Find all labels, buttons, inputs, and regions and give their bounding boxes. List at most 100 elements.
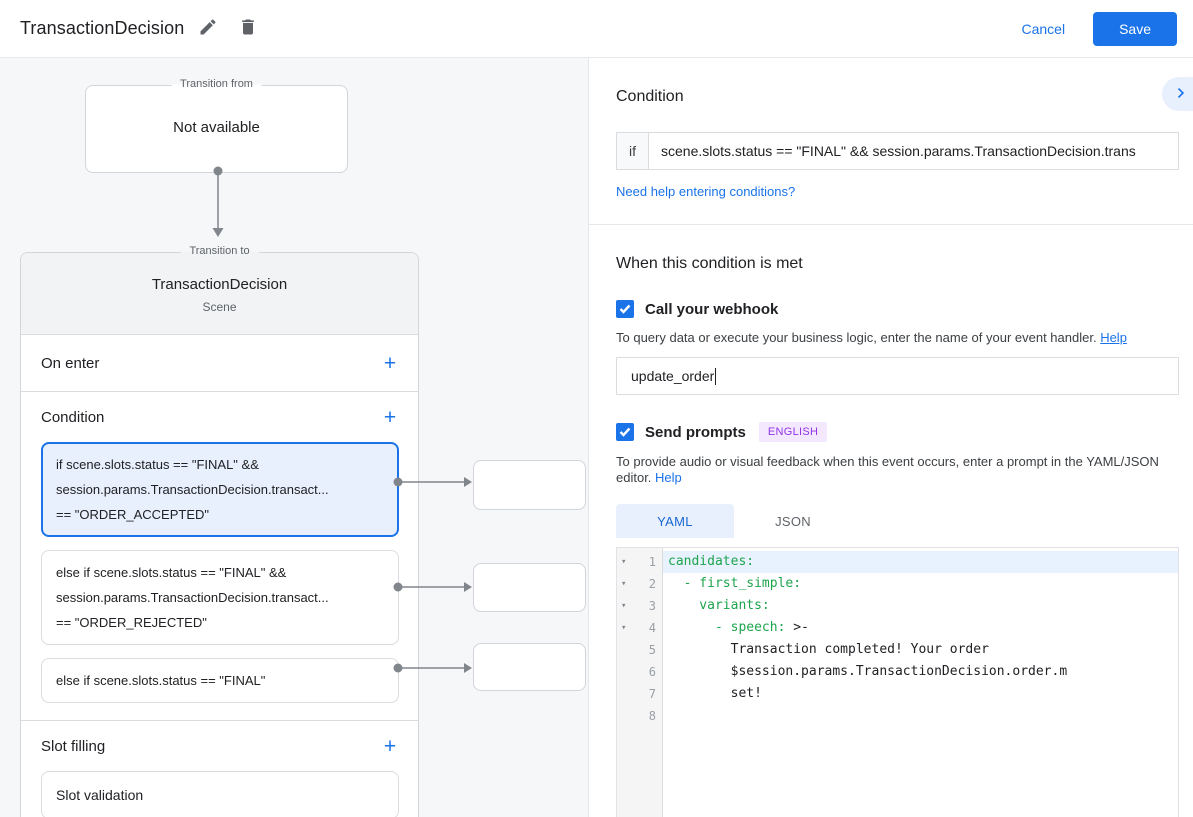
fold-arrow-icon[interactable]: ▾ [617, 617, 632, 639]
call-webhook-label: Call your webhook [645, 301, 778, 318]
transition-from-node[interactable]: Transition from Not available [85, 85, 348, 173]
gutter-cell: ▾4 [617, 617, 663, 639]
yaml-key-token: - first_simple: [668, 576, 801, 591]
add-condition-button[interactable]: + [378, 405, 402, 429]
line-number: 1 [632, 551, 663, 573]
gutter-cell: ▾3 [617, 595, 663, 617]
panel-divider [589, 224, 1193, 225]
when-condition-met-heading: When this condition is met [616, 255, 1178, 273]
add-on-enter-button[interactable]: + [378, 351, 402, 375]
condition-item-2[interactable]: else if scene.slots.status == "FINAL" &&… [41, 550, 399, 645]
slot-filling-row[interactable]: Slot filling + [21, 721, 418, 771]
yaml-key-token: candidates: [668, 554, 754, 569]
transition-target-node-2[interactable] [473, 563, 586, 612]
line-number: 5 [632, 639, 663, 661]
code-content: candidates: [663, 551, 1178, 573]
webhook-help-link[interactable]: Help [1100, 330, 1127, 345]
transition-from-legend: Transition from [171, 78, 262, 90]
condition-item-line: session.params.TransactionDecision.trans… [56, 585, 384, 610]
flow-canvas[interactable]: Transition from Not available Transition… [0, 58, 588, 817]
prompts-help-link[interactable]: Help [655, 470, 682, 485]
condition-expression-input[interactable] [649, 132, 1179, 170]
header-actions: Cancel Save [1003, 12, 1177, 46]
delete-scene-button[interactable] [232, 13, 264, 45]
slot-validation-item[interactable]: Slot validation [41, 771, 399, 817]
add-slot-filling-button[interactable]: + [378, 734, 402, 758]
yaml-text-token: set! [668, 686, 762, 701]
condition-section-row[interactable]: Condition + [21, 392, 418, 442]
code-content: Transaction completed! Your order [663, 639, 1178, 661]
line-number: 6 [632, 661, 663, 683]
code-line-4[interactable]: ▾4 - speech: >- [617, 617, 1178, 639]
code-line-7[interactable]: 7 set! [617, 683, 1178, 705]
condition-item-line: else if scene.slots.status == "FINAL" [56, 668, 384, 693]
send-prompts-checkbox[interactable] [616, 423, 634, 441]
condition-item-3[interactable]: else if scene.slots.status == "FINAL" [41, 658, 399, 703]
yaml-editor[interactable]: ▾1candidates:▾2 - first_simple:▾3 varian… [616, 547, 1179, 817]
text-cursor [715, 368, 716, 385]
code-line-3[interactable]: ▾3 variants: [617, 595, 1178, 617]
prompts-description-text: To provide audio or visual feedback when… [616, 454, 1159, 485]
webhook-description: To query data or execute your business l… [616, 330, 1178, 346]
editor-format-tabs: YAMLJSON [616, 504, 1178, 538]
scene-editor-app: TransactionDecision Cancel Save Transiti… [0, 0, 1193, 817]
code-content: set! [663, 683, 1178, 705]
fold-arrow-icon[interactable]: ▾ [617, 595, 632, 617]
condition-item-line: else if scene.slots.status == "FINAL" && [56, 560, 384, 585]
collapse-panel-button[interactable] [1162, 77, 1193, 111]
fold-arrow-icon[interactable]: ▾ [617, 551, 632, 573]
save-button[interactable]: Save [1093, 12, 1177, 46]
transition-target-node-3[interactable] [473, 643, 586, 691]
code-content: $session.params.TransactionDecision.orde… [663, 661, 1178, 683]
condition-item-line: if scene.slots.status == "FINAL" && [56, 452, 384, 477]
send-prompts-label: Send prompts [645, 424, 746, 441]
condition-section-label: Condition [41, 409, 104, 426]
on-enter-row[interactable]: On enter + [21, 335, 418, 391]
tab-json[interactable]: JSON [734, 504, 852, 538]
gutter-cell: ▾2 [617, 573, 663, 595]
event-handler-input[interactable]: update_order [616, 357, 1179, 395]
tab-yaml[interactable]: YAML [616, 504, 734, 538]
if-prefix-label: if [616, 132, 649, 170]
code-line-6[interactable]: 6 $session.params.TransactionDecision.or… [617, 661, 1178, 683]
prompts-description: To provide audio or visual feedback when… [616, 454, 1178, 486]
gutter-cell: 5 [617, 639, 663, 661]
condition-item-1[interactable]: if scene.slots.status == "FINAL" &&sessi… [41, 442, 399, 537]
code-line-1[interactable]: ▾1 candidates: [617, 551, 1178, 573]
code-line-8[interactable]: 8 [617, 705, 1178, 727]
scene-card-title: TransactionDecision [21, 276, 418, 293]
transition-from-value: Not available [86, 119, 347, 136]
edit-scene-button[interactable] [192, 13, 224, 45]
scene-card-subtitle: Scene [21, 300, 418, 314]
chevron-right-icon [1171, 83, 1191, 106]
webhook-check-row: Call your webhook [616, 300, 1178, 318]
code-line-5[interactable]: 5 Transaction completed! Your order [617, 639, 1178, 661]
condition-help-link[interactable]: Need help entering conditions? [616, 184, 795, 199]
event-handler-value: update_order [631, 368, 714, 384]
condition-item-line: == "ORDER_ACCEPTED" [56, 502, 384, 527]
send-prompts-check-row: Send prompts ENGLISH [616, 422, 1178, 442]
condition-item-line: session.params.TransactionDecision.trans… [56, 477, 384, 502]
slot-filling-label: Slot filling [41, 738, 105, 755]
yaml-text-token: Transaction completed! Your order [668, 642, 989, 657]
yaml-key-token: variants: [668, 598, 770, 613]
gutter-cell: 7 [617, 683, 663, 705]
call-webhook-checkbox[interactable] [616, 300, 634, 318]
scene-card-header[interactable]: TransactionDecision Scene [21, 253, 418, 335]
code-content: variants: [663, 595, 1178, 617]
gutter-cell: 6 [617, 661, 663, 683]
condition-detail-panel: Condition if Need help entering conditio… [588, 58, 1193, 817]
yaml-text-token: $session.params.TransactionDecision.orde… [668, 664, 1067, 679]
condition-expression-row: if [616, 132, 1179, 170]
pencil-icon [198, 17, 218, 40]
cancel-button[interactable]: Cancel [1003, 12, 1083, 46]
fold-arrow-icon[interactable]: ▾ [617, 573, 632, 595]
code-line-2[interactable]: ▾2 - first_simple: [617, 573, 1178, 595]
language-badge: ENGLISH [759, 422, 827, 442]
transition-to-card: Transition to TransactionDecision Scene … [20, 252, 419, 817]
page-title: TransactionDecision [20, 18, 184, 39]
on-enter-label: On enter [41, 355, 99, 372]
condition-item-line: == "ORDER_REJECTED" [56, 610, 384, 635]
yaml-key-token: - speech: [668, 620, 793, 635]
transition-target-node-1[interactable] [473, 460, 586, 510]
